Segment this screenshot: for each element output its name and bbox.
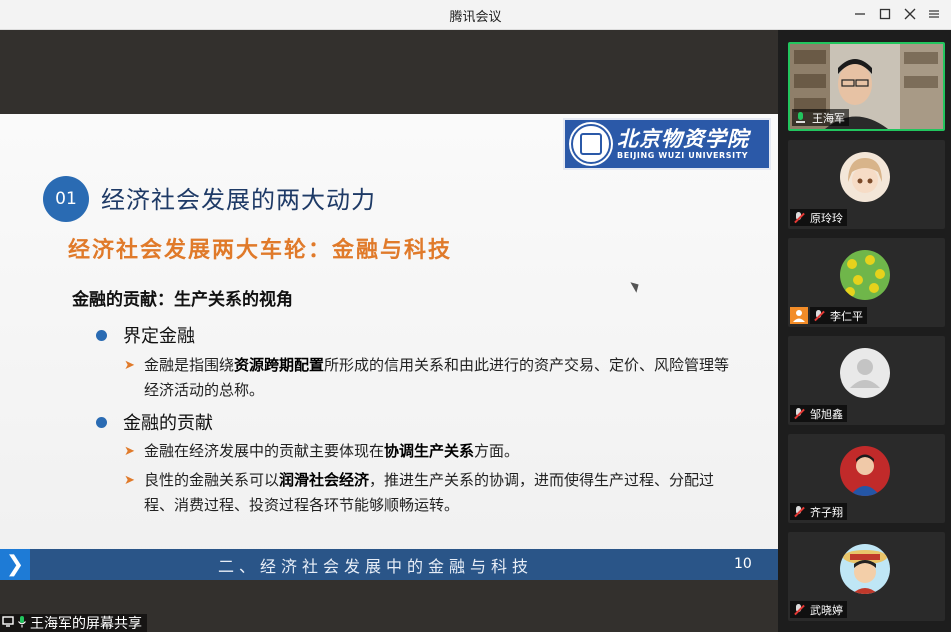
close-icon	[904, 8, 916, 20]
participant-name-label: 邹旭鑫	[790, 405, 847, 422]
screen-share-area[interactable]: 北京物资学院 BEIJING WUZI UNIVERSITY 01 经济社会发展…	[0, 30, 778, 632]
title-bar: 腾讯会议	[0, 0, 951, 30]
section-number: 01	[43, 176, 89, 222]
university-seal-icon	[571, 124, 611, 164]
bullet-label: 金融的贡献	[123, 413, 213, 434]
more-button[interactable]	[922, 3, 946, 25]
arrow-icon: ➤	[124, 444, 135, 459]
participant-tile[interactable]: 武晓婷	[788, 532, 945, 621]
microphone-muted-icon	[792, 407, 806, 421]
participant-tile[interactable]: 邹旭鑫	[788, 336, 945, 425]
more-icon	[929, 10, 939, 18]
close-button[interactable]	[898, 3, 922, 25]
participant-tile[interactable]: 李仁平	[788, 238, 945, 327]
arrow-icon: ➤	[124, 358, 135, 373]
presentation-slide: 北京物资学院 BEIJING WUZI UNIVERSITY 01 经济社会发展…	[0, 114, 778, 580]
screen-share-label: 王海军的屏幕共享	[0, 614, 147, 632]
participant-panel: 王海军 原玲玲 李仁平 邹旭鑫 齐子翔 武晓婷	[778, 30, 951, 632]
logo-name-cn: 北京物资学院	[617, 126, 749, 151]
slide-subheading: 经济社会发展两大车轮：金融与科技	[68, 237, 453, 263]
bullet-label: 界定金融	[123, 326, 195, 347]
participant-name-label: 原玲玲	[790, 209, 847, 226]
restore-icon	[879, 8, 891, 20]
microphone-muted-icon	[792, 603, 806, 617]
screen-share-icon	[2, 615, 14, 631]
participant-tile[interactable]: 王海军	[788, 42, 945, 131]
bullet-dot-icon	[96, 416, 107, 428]
footer-text: 二、经济社会发展中的金融与科技	[218, 557, 534, 576]
participant-name-label: 王海军	[792, 109, 849, 126]
avatar	[840, 348, 890, 398]
window-title: 腾讯会议	[449, 10, 502, 25]
bullet-item: 金融的贡献	[96, 409, 213, 435]
avatar	[840, 250, 890, 300]
microphone-icon	[17, 615, 27, 632]
participant-name-label: 齐子翔	[790, 503, 847, 520]
logo-name-en: BEIJING WUZI UNIVERSITY	[617, 151, 749, 160]
microphone-muted-icon	[792, 211, 806, 225]
user-icon	[790, 307, 808, 324]
sub-bullet: ➤ 金融在经济发展中的贡献主要体现在协调生产关系方面。	[124, 439, 734, 464]
restore-button[interactable]	[873, 3, 897, 25]
share-label-text: 王海军的屏幕共享	[30, 616, 142, 632]
minimize-button[interactable]	[848, 3, 872, 25]
sub-bullet: ➤ 良性的金融关系可以润滑社会经济，推进生产关系的协调，进而使得生产过程、分配过…	[124, 468, 734, 518]
university-logo: 北京物资学院 BEIJING WUZI UNIVERSITY	[563, 118, 771, 170]
sub-bullet: ➤ 金融是指围绕资源跨期配置所形成的信用关系和由此进行的资产交易、定价、风险管理…	[124, 353, 734, 403]
participant-tile[interactable]: 原玲玲	[788, 140, 945, 229]
slide-footer: ❯ 二、经济社会发展中的金融与科技 10	[0, 549, 778, 580]
minimize-icon	[855, 13, 865, 15]
avatar	[840, 446, 890, 496]
participant-name-label: 武晓婷	[790, 601, 847, 618]
section-title: 金融的贡献：生产关系的视角	[72, 290, 293, 310]
microphone-muted-icon	[812, 309, 826, 323]
mouse-cursor-icon	[630, 279, 642, 293]
bullet-item: 界定金融	[96, 322, 195, 348]
bullet-dot-icon	[96, 329, 107, 341]
chevron-right-icon: ❯	[0, 549, 30, 580]
arrow-icon: ➤	[124, 473, 135, 488]
slide-heading: 经济社会发展的两大动力	[101, 186, 376, 214]
microphone-muted-icon	[792, 505, 806, 519]
avatar	[840, 152, 890, 202]
microphone-on-icon	[794, 111, 808, 125]
page-number: 10	[734, 556, 752, 572]
participant-name-label: 李仁平	[810, 307, 867, 324]
avatar	[840, 544, 890, 594]
participant-tile[interactable]: 齐子翔	[788, 434, 945, 523]
